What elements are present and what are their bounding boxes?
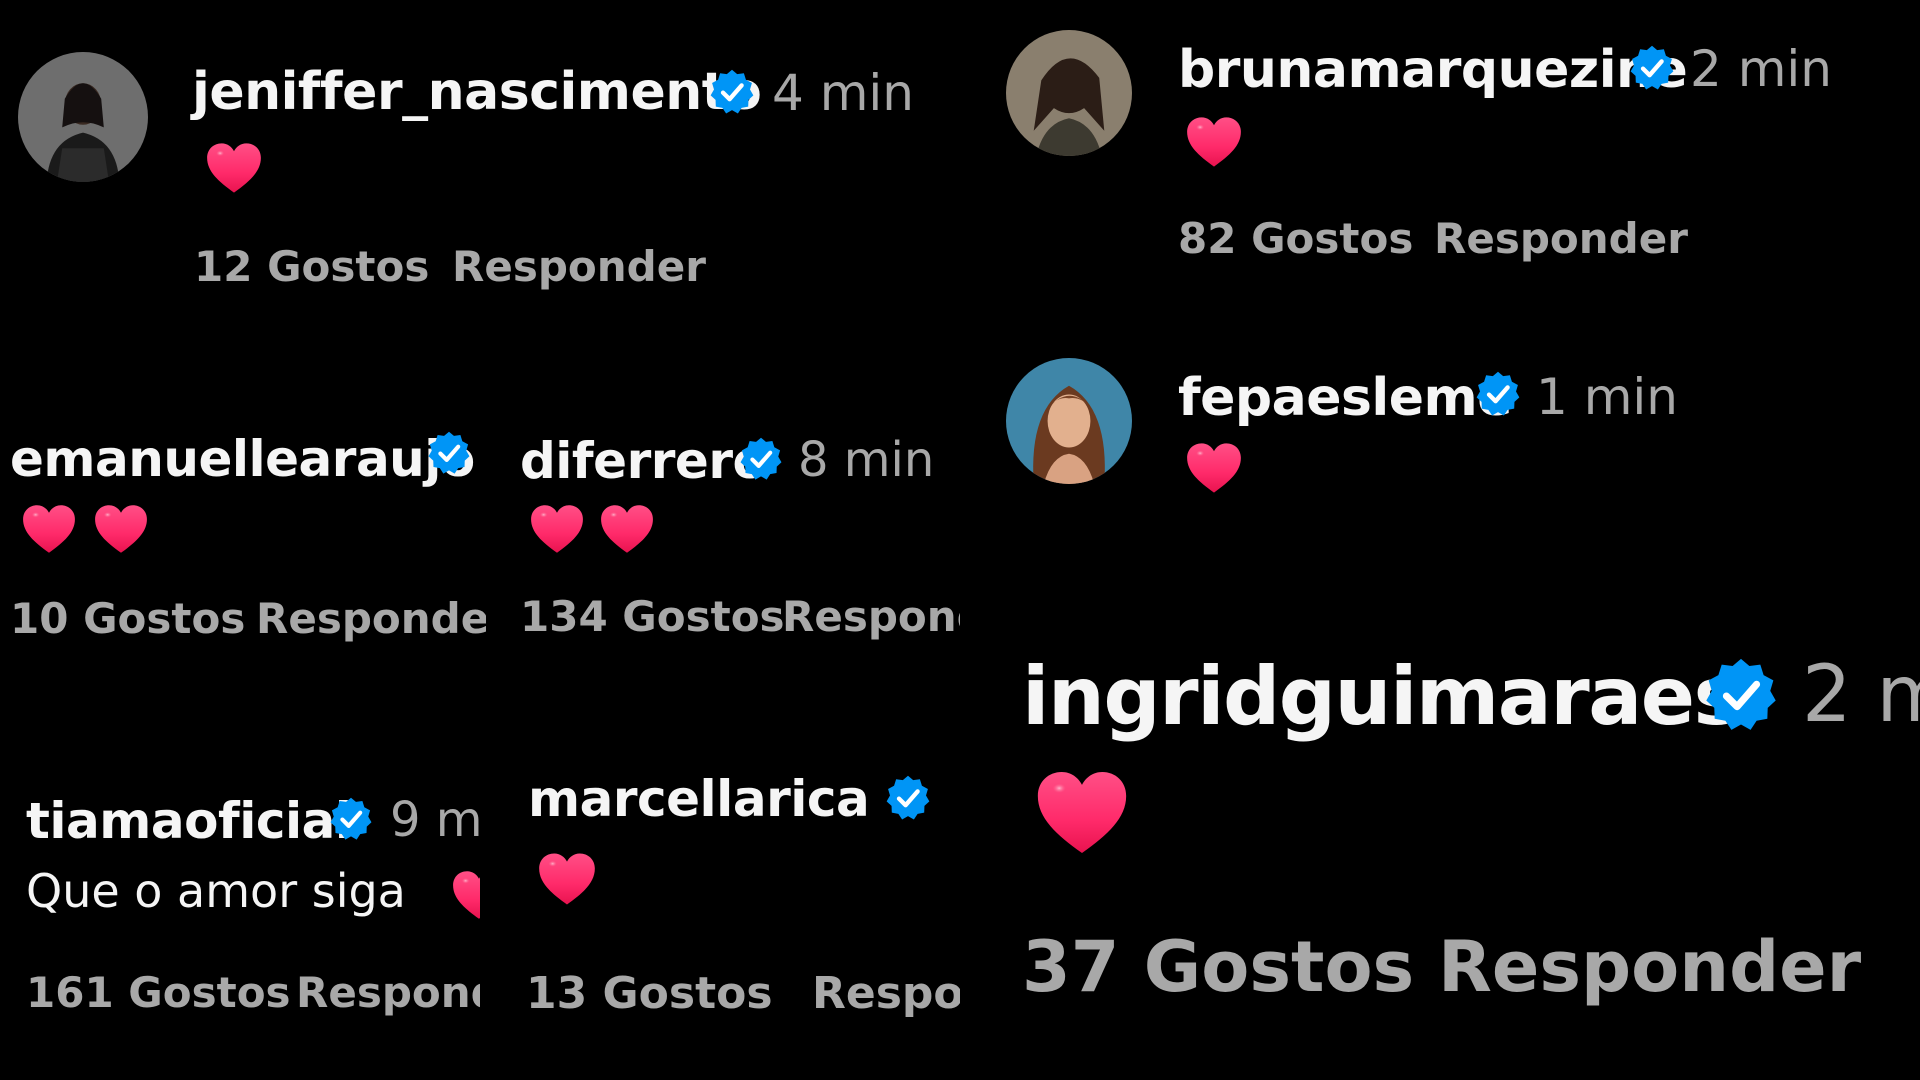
- reply-button[interactable]: Responder: [1438, 926, 1861, 1008]
- likes-count[interactable]: 10 Gostos: [10, 594, 245, 643]
- comment-jeniffer-nascimento: jeniffer_nascimento 4 min 12 Gostos Resp…: [0, 0, 960, 330]
- likes-count[interactable]: 82 Gostos: [1178, 214, 1413, 263]
- username[interactable]: tiamaoficial: [26, 792, 352, 850]
- heart-emoji-icon: [530, 504, 584, 554]
- verified-badge-icon: [1628, 44, 1676, 92]
- comment-time: 1 min: [1536, 368, 1678, 426]
- heart-emoji-icon: [94, 504, 148, 554]
- username[interactable]: fepaesleme: [1178, 368, 1512, 428]
- verified-badge-icon: [328, 796, 374, 842]
- comment-time: 8 min: [798, 432, 935, 488]
- likes-count[interactable]: 161 Gostos: [26, 968, 291, 1017]
- username[interactable]: marcellarica: [528, 770, 870, 828]
- reply-button[interactable]: Responder: [452, 242, 706, 291]
- heart-emoji-icon: [206, 142, 262, 194]
- avatar-jeniffer-nascimento[interactable]: [18, 52, 148, 182]
- verified-badge-icon: [738, 436, 784, 482]
- heart-emoji-icon: [538, 852, 596, 906]
- reply-button[interactable]: Respond: [296, 968, 480, 1017]
- heart-emoji-icon: [600, 504, 654, 554]
- comment-time: 2 min: [1690, 40, 1832, 98]
- comment-marcellarica: marcellarica 13 Gostos Respo: [512, 740, 960, 1040]
- username[interactable]: brunamarquezine: [1178, 40, 1688, 100]
- heart-emoji-icon: [452, 870, 480, 920]
- verified-badge-icon: [426, 430, 472, 476]
- heart-emoji-icon: [1186, 442, 1242, 494]
- verified-badge-icon: [1702, 656, 1780, 734]
- reply-button[interactable]: Respond: [782, 592, 960, 641]
- heart-emoji-icon: [1036, 770, 1128, 855]
- reply-button[interactable]: Responder: [256, 594, 486, 643]
- likes-count[interactable]: 13 Gostos: [526, 968, 773, 1019]
- reply-button[interactable]: Respo: [812, 968, 960, 1019]
- heart-emoji-icon: [1186, 116, 1242, 168]
- verified-badge-icon: [708, 68, 756, 116]
- comment-text: Que o amor siga: [26, 864, 406, 918]
- likes-count[interactable]: 37 Gostos: [1022, 926, 1414, 1008]
- comment-diferrero: diferrero 8 min 134 Gostos Respond: [510, 400, 960, 660]
- reply-button[interactable]: Responder: [1434, 214, 1688, 263]
- verified-badge-icon: [884, 774, 932, 822]
- likes-count[interactable]: 134 Gostos: [520, 592, 785, 641]
- verified-badge-icon: [1474, 370, 1522, 418]
- heart-emoji-icon: [22, 504, 76, 554]
- likes-count[interactable]: 12 Gostos: [194, 242, 429, 291]
- comment-brunamarquezine: brunamarquezine 2 min 82 Gostos Responde…: [990, 0, 1920, 330]
- comment-ingridguimaraes: ingridguimaraes 2 m 37 Gostos Responder: [990, 620, 1920, 1040]
- comment-tiamaoficial: tiamaoficial 9 m Que o amor siga 161 Gos…: [0, 760, 480, 1040]
- username[interactable]: ingridguimaraes: [1022, 650, 1741, 743]
- comment-time: 9 m: [390, 792, 480, 848]
- avatar-brunamarquezine[interactable]: [1006, 30, 1132, 156]
- comment-time: 2 m: [1802, 650, 1920, 740]
- username[interactable]: diferrero: [520, 432, 767, 490]
- username[interactable]: jeniffer_nascimento: [192, 62, 762, 122]
- username[interactable]: emanuellearaujo: [10, 430, 475, 488]
- comment-emanuellearaujo: emanuellearaujo 10 Gostos Responder: [0, 400, 486, 660]
- avatar-fepaesleme[interactable]: [1006, 358, 1132, 484]
- comment-fepaesleme: fepaesleme 1 min: [990, 340, 1920, 520]
- comment-time: 4 min: [772, 64, 914, 122]
